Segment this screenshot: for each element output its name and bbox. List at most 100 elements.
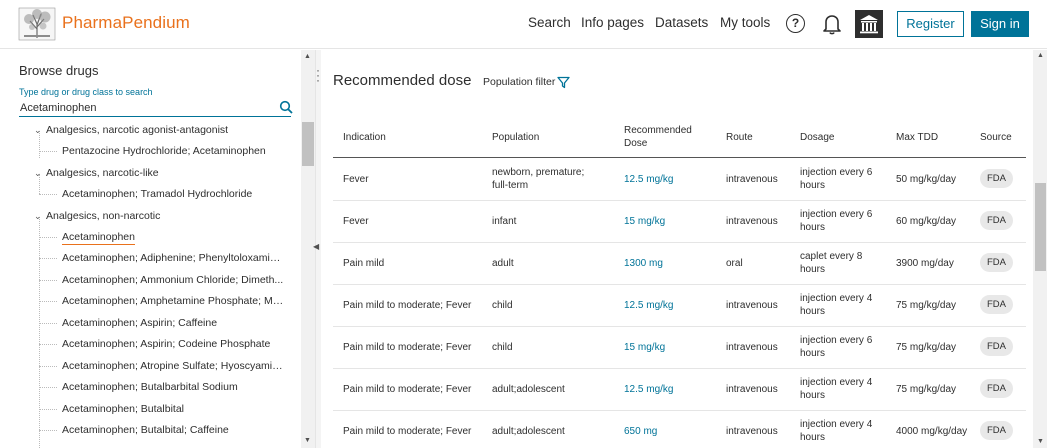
tree-leaf[interactable]: Acetaminophen; Aspirin; Codeine Phosphat…	[62, 338, 284, 358]
main-scrollbar-thumb[interactable]	[1035, 183, 1046, 271]
tree-leaf[interactable]: Acetaminophen; Tramadol Hydrochloride	[62, 188, 284, 208]
cell-population: adult;adolescent	[492, 383, 565, 395]
signin-button[interactable]: Sign in	[971, 11, 1029, 37]
nav-my-tools[interactable]: My tools	[720, 15, 770, 30]
tree-category[interactable]: ⌄ Analgesics, narcotic agonist-antagonist	[34, 124, 228, 144]
tree-connector	[39, 344, 57, 345]
browse-drugs-panel: Browse drugs Type drug or drug class to …	[0, 50, 315, 448]
cell-population: child	[492, 299, 513, 311]
cell-dosage: injection every 6 hours	[800, 167, 873, 191]
institution-icon[interactable]	[855, 10, 883, 38]
row-divider	[333, 326, 1026, 327]
cell-population: infant	[492, 215, 517, 227]
tree-leaf[interactable]: Acetaminophen; Aspirin; Caffeine	[62, 317, 284, 337]
row-divider	[333, 242, 1026, 243]
source-badge[interactable]: FDA	[980, 169, 1013, 188]
cell-dose[interactable]: 650 mg	[624, 425, 714, 438]
browse-drugs-title: Browse drugs	[19, 63, 99, 78]
source-badge[interactable]: FDA	[980, 253, 1013, 272]
bell-icon[interactable]	[822, 13, 842, 35]
register-button[interactable]: Register	[897, 11, 964, 37]
cell-dose[interactable]: 12.5 mg/kg	[624, 299, 714, 312]
chevron-down-icon[interactable]: ⌄	[34, 168, 46, 179]
kebab-menu-icon[interactable]: · · ·	[316, 64, 320, 86]
column-header-route: Route	[726, 132, 753, 143]
cell-route: intravenous	[726, 215, 778, 227]
cell-indication: Pain mild to moderate; Fever	[343, 383, 472, 395]
chevron-down-icon[interactable]: ⌄	[34, 211, 46, 222]
tree-leaf-label: Acetaminophen; Tramadol Hydrochloride	[62, 188, 253, 200]
cell-route: intravenous	[726, 299, 778, 311]
tree-leaf-label: Acetaminophen; Butalbarbital Sodium	[62, 381, 238, 393]
nav-info-pages[interactable]: Info pages	[581, 15, 644, 30]
main-scroll-down-arrow-icon[interactable]: ▼	[1037, 438, 1044, 445]
cell-indication: Pain mild to moderate; Fever	[343, 425, 472, 437]
source-badge[interactable]: FDA	[980, 421, 1013, 440]
tree-leaf[interactable]: Acetaminophen; Amphetamine Phosphate; Me…	[62, 295, 284, 315]
cell-max-tdd: 50 mg/kg/day	[896, 173, 957, 185]
cell-indication: Fever	[343, 215, 369, 227]
tree-leaf-label: Acetaminophen; Butalbital	[62, 403, 184, 415]
tree-leaf[interactable]: Acetaminophen; Butalbital; Caffeine	[62, 424, 284, 444]
cell-route: intravenous	[726, 383, 778, 395]
tree-connector	[39, 194, 57, 195]
scroll-down-arrow-icon[interactable]: ▼	[304, 437, 311, 444]
tree-leaf-label: Acetaminophen	[62, 231, 135, 245]
tree-leaf[interactable]: Acetaminophen; Butalbital	[62, 403, 284, 423]
column-header-dosage: Dosage	[800, 132, 835, 143]
search-field-label: Type drug or drug class to search	[19, 87, 153, 97]
nav-datasets[interactable]: Datasets	[655, 15, 708, 30]
tree-leaf-label: Acetaminophen; Butalbital; Caffeine	[62, 424, 229, 436]
tree-leaf-label: Acetaminophen; Atropine Sulfate; Hyoscya…	[62, 360, 284, 372]
tree-connector	[39, 387, 57, 388]
help-icon[interactable]: ?	[786, 14, 805, 33]
cell-dosage: injection every 4 hours	[800, 419, 873, 443]
column-header-indication: Indication	[343, 132, 386, 143]
cell-max-tdd: 75 mg/kg/day	[896, 341, 957, 353]
nav-search[interactable]: Search	[528, 15, 571, 30]
scroll-up-arrow-icon[interactable]: ▲	[304, 53, 311, 60]
tree-connector	[39, 280, 57, 281]
left-scrollbar-thumb[interactable]	[302, 122, 314, 166]
tree-leaf[interactable]: Pentazocine Hydrochloride; Acetaminophen	[62, 145, 284, 165]
source-badge[interactable]: FDA	[980, 211, 1013, 230]
tree-category-label: Analgesics, narcotic-like	[46, 167, 159, 179]
cell-dosage: caplet every 8 hours	[800, 251, 863, 275]
main-scroll-up-arrow-icon[interactable]: ▲	[1037, 52, 1044, 59]
tree-category[interactable]: ⌄ Analgesics, narcotic-like	[34, 167, 159, 187]
cell-dose[interactable]: 15 mg/kg	[624, 341, 714, 354]
cell-max-tdd: 3900 mg/day	[896, 257, 954, 269]
cell-indication: Pain mild to moderate; Fever	[343, 299, 472, 311]
cell-dose[interactable]: 1300 mg	[624, 257, 714, 270]
tree-connector	[39, 217, 40, 448]
chevron-down-icon[interactable]: ⌄	[34, 125, 46, 136]
cell-dose[interactable]: 12.5 mg/kg	[624, 383, 714, 396]
population-filter-button[interactable]: Population filter	[483, 76, 555, 88]
column-header-population: Population	[492, 132, 540, 143]
cell-dosage: injection every 4 hours	[800, 293, 873, 317]
search-icon[interactable]	[279, 100, 293, 114]
filter-icon[interactable]	[557, 76, 570, 89]
tree-leaf[interactable]: Acetaminophen; Atropine Sulfate; Hyoscya…	[62, 360, 284, 380]
source-badge[interactable]: FDA	[980, 337, 1013, 356]
table-header-divider	[333, 157, 1026, 158]
cell-dose[interactable]: 15 mg/kg	[624, 215, 714, 228]
row-divider	[333, 368, 1026, 369]
source-badge[interactable]: FDA	[980, 295, 1013, 314]
cell-population: adult	[492, 257, 514, 269]
cell-population: adult;adolescent	[492, 425, 565, 437]
cell-dose[interactable]: 12.5 mg/kg	[624, 173, 714, 186]
tree-leaf[interactable]: Acetaminophen; Adiphenine; Phenyltoloxam…	[62, 252, 284, 272]
section-title: Recommended dose	[333, 72, 472, 89]
source-badge[interactable]: FDA	[980, 379, 1013, 398]
collapse-panel-icon[interactable]: ◀	[313, 242, 319, 251]
tree-leaf-label: Pentazocine Hydrochloride; Acetaminophen	[62, 145, 266, 157]
elsevier-tree-logo[interactable]	[18, 7, 56, 41]
tree-category[interactable]: ⌄ Analgesics, non-narcotic	[34, 210, 160, 230]
drug-search-input[interactable]	[19, 99, 291, 117]
tree-leaf-selected[interactable]: Acetaminophen	[62, 231, 284, 251]
tree-leaf[interactable]: Acetaminophen; Ammonium Chloride; Dimeth…	[62, 274, 284, 294]
tree-leaf[interactable]: Acetaminophen; Butalbarbital Sodium	[62, 381, 284, 401]
brand-name[interactable]: PharmaPendium	[62, 13, 190, 33]
tree-leaf-label: Acetaminophen; Aspirin; Caffeine	[62, 317, 218, 329]
